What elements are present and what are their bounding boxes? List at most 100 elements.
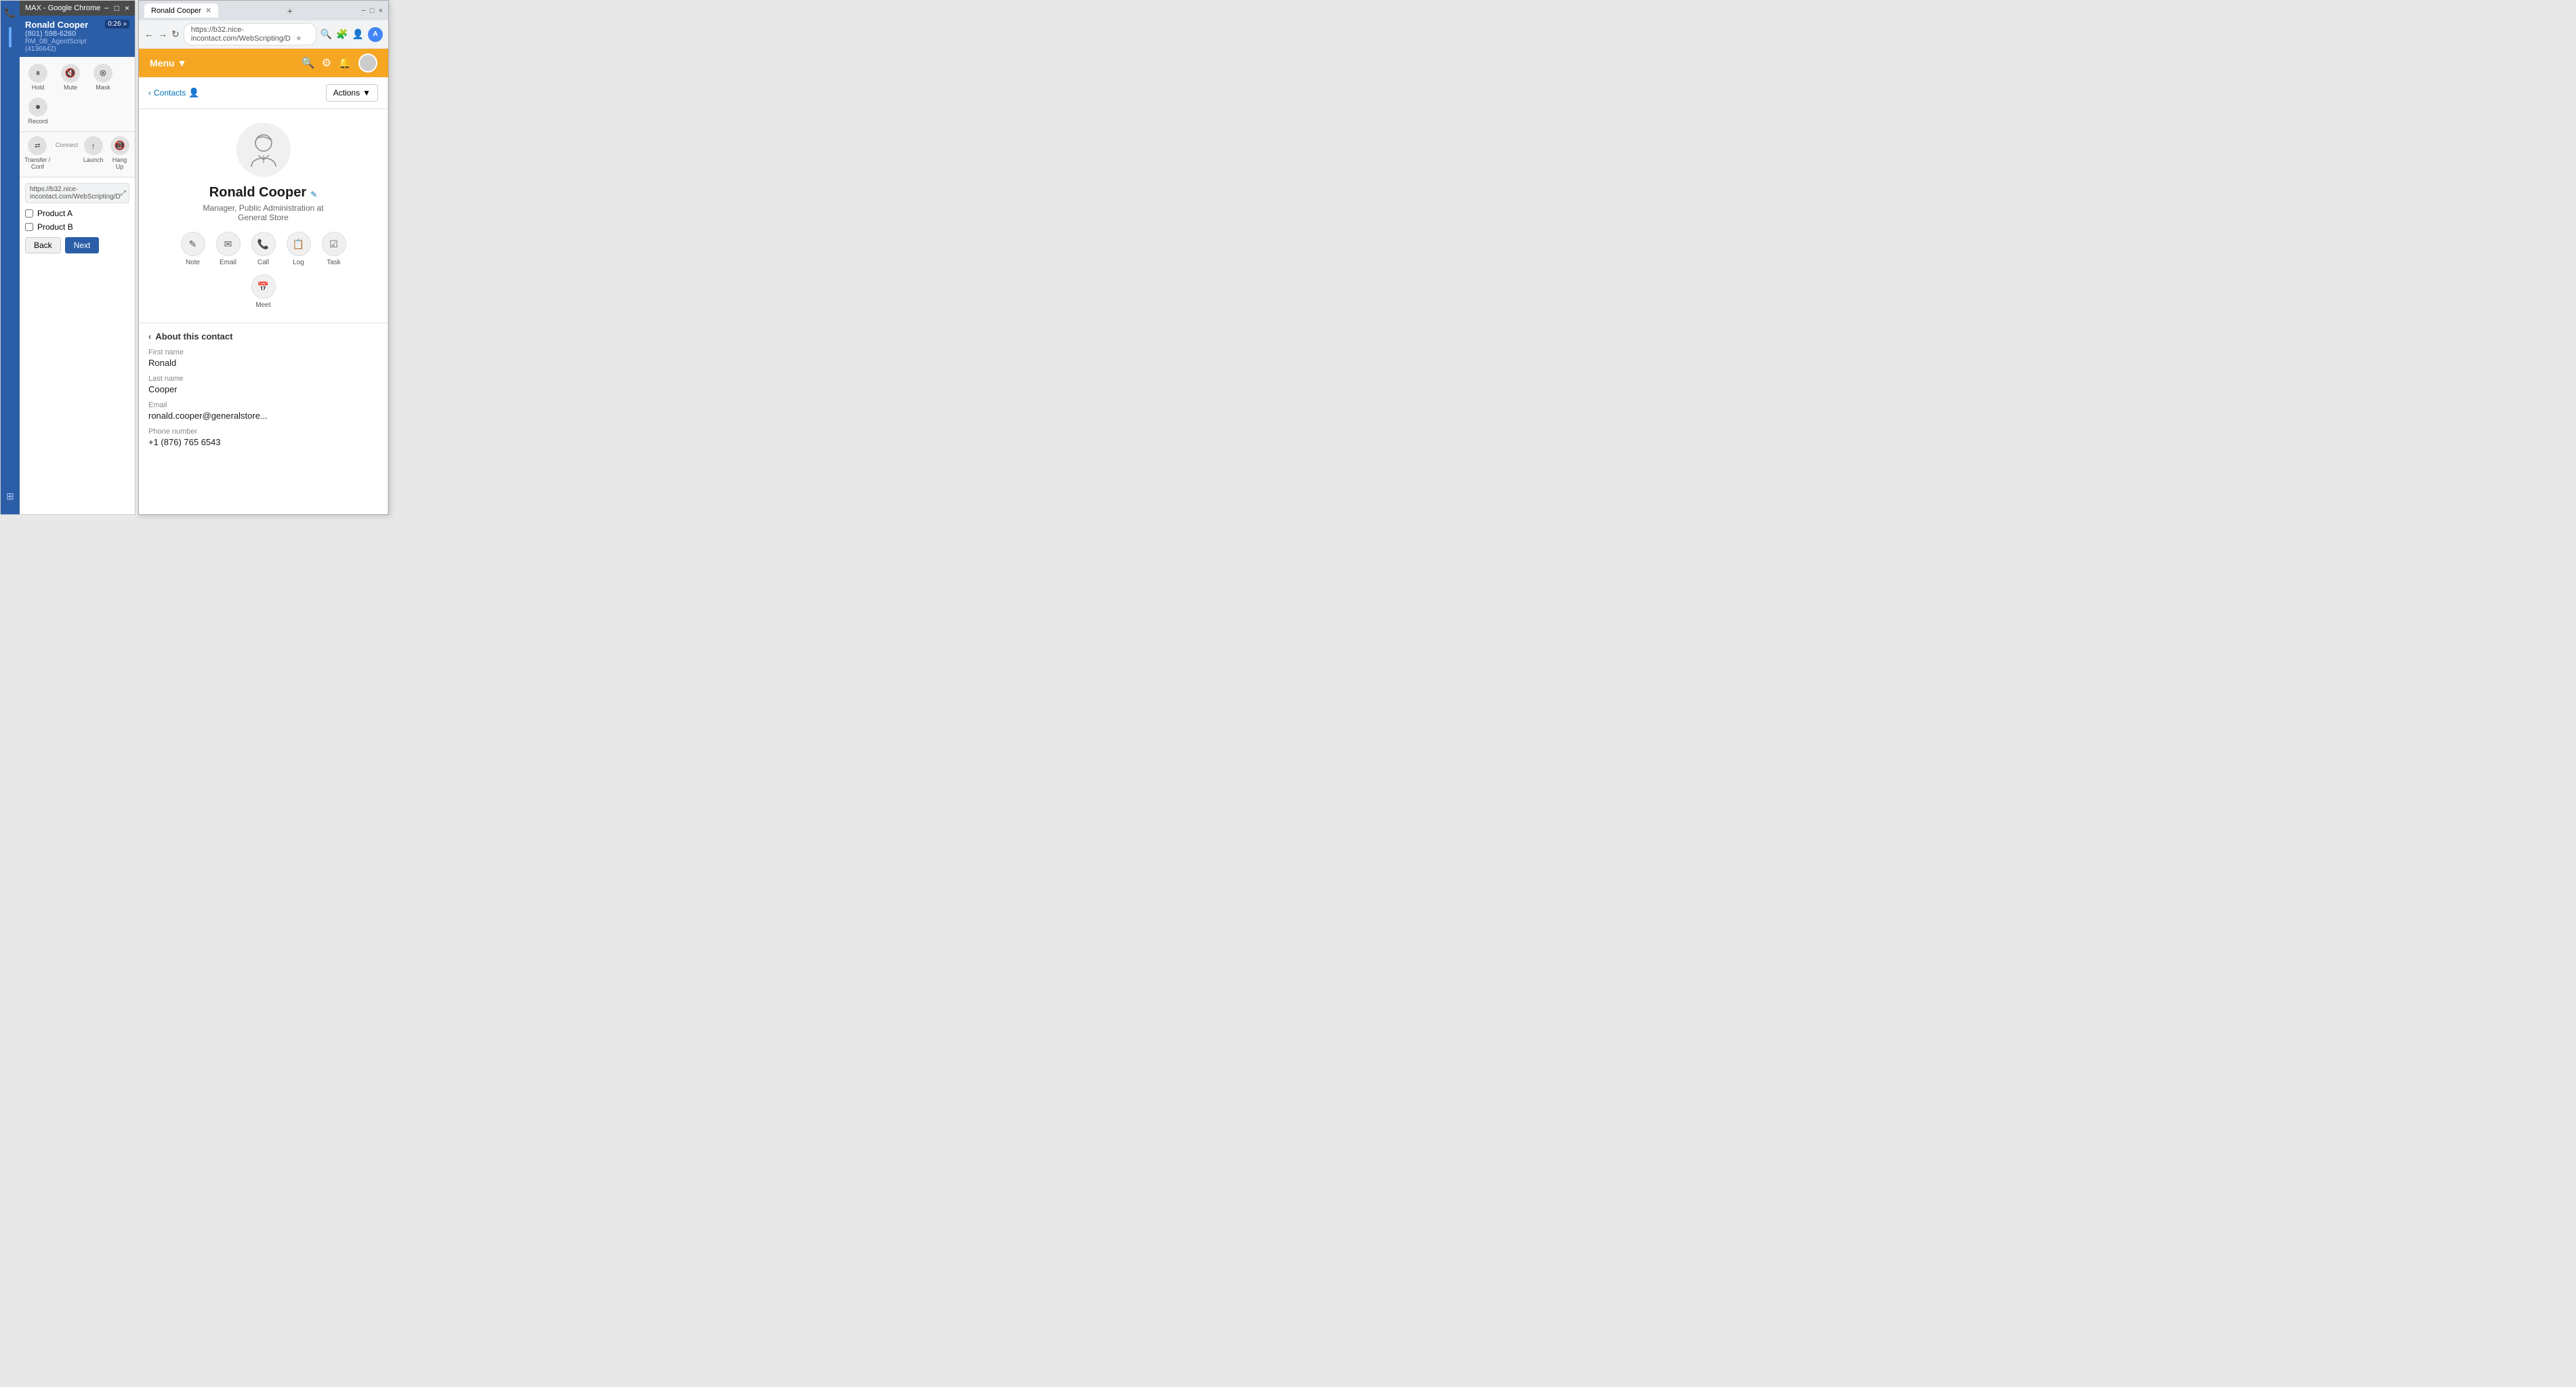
menu-button[interactable]: Menu ▼: [150, 58, 186, 68]
call-action[interactable]: 📞 Call: [251, 232, 276, 266]
transfer-conf-button[interactable]: ⇄ Transfer / Conf: [22, 133, 53, 173]
chrome-profile-icon[interactable]: 👤: [352, 28, 364, 40]
note-action[interactable]: ✎ Note: [181, 232, 205, 266]
edit-name-icon[interactable]: ✎: [310, 190, 317, 199]
contact-name-row: Ronald Cooper ✎: [209, 185, 317, 203]
record-button[interactable]: ⏺ Record: [22, 95, 54, 127]
max-titlebar: MAX - Google Chrome − □ ×: [20, 1, 135, 16]
script-url: https://b32.nice-incontact.com/WebScript…: [30, 186, 121, 201]
email-label: Email: [220, 259, 236, 266]
product-b-checkbox[interactable]: [25, 223, 33, 231]
chrome-close[interactable]: ×: [379, 7, 383, 15]
phone-label: Phone number: [148, 428, 378, 436]
max-main-content: MAX - Google Chrome − □ × Ronald Cooper …: [20, 1, 135, 514]
hangup-label: Hang Up: [108, 157, 131, 170]
contacts-back-link[interactable]: ‹ Contacts 👤: [148, 87, 200, 98]
meet-row: 📅 Meet: [251, 274, 276, 309]
contact-info: Ronald Cooper (801) 598-6260 RM_0B_Agent…: [25, 20, 105, 53]
active-indicator: [9, 27, 12, 47]
connect-button[interactable]: Connect: [54, 133, 80, 173]
back-nav-button[interactable]: ←: [144, 28, 154, 40]
task-action[interactable]: ☑ Task: [322, 232, 346, 266]
about-header[interactable]: ‹ About this contact: [148, 331, 378, 341]
task-icon: ☑: [322, 232, 346, 256]
hold-icon: ⏸: [28, 64, 47, 83]
left-sidebar-strip: 📞 ⊞: [1, 1, 20, 514]
chrome-toolbar: ← → ↻ https://b32.nice-incontact.com/Web…: [139, 20, 388, 49]
user-avatar[interactable]: [358, 54, 377, 73]
hangup-icon: 📵: [110, 136, 129, 155]
last-name-field: Last name Cooper: [148, 375, 378, 394]
back-arrow-icon: ‹: [148, 88, 151, 98]
connect-label: Connect: [56, 142, 79, 148]
log-action[interactable]: 📋 Log: [287, 232, 311, 266]
caller-name: Ronald Cooper: [25, 20, 105, 30]
hangup-button[interactable]: 📵 Hang Up: [107, 133, 132, 173]
note-label: Note: [186, 259, 200, 266]
product-b-item: Product B: [25, 222, 129, 232]
chrome-titlebar: Ronald Cooper ✕ + − □ ×: [139, 1, 388, 20]
email-icon: ✉: [216, 232, 241, 256]
call-timer: 0:26 »: [105, 20, 129, 28]
meet-action[interactable]: 📅 Meet: [251, 274, 276, 309]
extensions-icon[interactable]: 🧩: [336, 28, 348, 40]
close-btn[interactable]: ×: [125, 3, 129, 13]
phone-value: +1 (876) 765 6543: [148, 437, 378, 447]
avatar-illustration: [243, 129, 284, 170]
launch-button[interactable]: ↑ Launch: [81, 133, 106, 173]
chrome-tab[interactable]: Ronald Cooper ✕: [144, 3, 218, 18]
settings-icon[interactable]: ⚙: [322, 56, 331, 70]
back-button[interactable]: Back: [25, 237, 61, 253]
minimize-btn[interactable]: −: [104, 3, 109, 13]
hold-label: Hold: [32, 84, 45, 91]
grid-icon[interactable]: ⊞: [6, 491, 14, 502]
next-button[interactable]: Next: [65, 237, 100, 253]
tab-close-icon[interactable]: ✕: [205, 6, 211, 15]
first-name-value: Ronald: [148, 358, 378, 368]
chrome-minimize[interactable]: −: [361, 7, 365, 15]
email-field: Email ronald.cooper@generalstore...: [148, 401, 378, 421]
profile-avatar[interactable]: A: [368, 27, 383, 42]
first-name-label: First name: [148, 348, 378, 356]
caller-phone: (801) 598-6260: [25, 30, 105, 38]
search-lens-icon[interactable]: 🔍: [320, 28, 332, 40]
product-a-label: Product A: [37, 209, 72, 218]
phone-icon[interactable]: 📞: [4, 7, 16, 19]
maximize-btn[interactable]: □: [115, 3, 119, 13]
search-topbar-icon[interactable]: 🔍: [302, 56, 315, 70]
last-name-value: Cooper: [148, 384, 378, 394]
bookmark-icon: ★: [295, 35, 302, 43]
about-section: ‹ About this contact First name Ronald L…: [139, 323, 388, 462]
new-tab-button[interactable]: +: [287, 5, 293, 16]
launch-label: Launch: [83, 157, 104, 163]
product-a-checkbox[interactable]: [25, 209, 33, 218]
phone-field: Phone number +1 (876) 765 6543: [148, 428, 378, 447]
url-text: https://b32.nice-incontact.com/WebScript…: [191, 26, 291, 43]
mask-button[interactable]: ⊗ Mask: [87, 61, 119, 94]
chrome-restore[interactable]: □: [370, 7, 375, 15]
forward-nav-button[interactable]: →: [158, 28, 167, 40]
launch-icon: ↑: [84, 136, 103, 155]
expand-icon[interactable]: ⤢: [121, 190, 126, 197]
tab-title: Ronald Cooper: [151, 7, 201, 15]
email-label: Email: [148, 401, 378, 409]
menu-label: Menu: [150, 58, 175, 68]
mute-button[interactable]: 🔇 Mute: [55, 61, 86, 94]
url-bar[interactable]: https://b32.nice-incontact.com/WebScript…: [184, 23, 316, 45]
chrome-browser: Ronald Cooper ✕ + − □ × ← → ↻ https://b3…: [138, 0, 389, 515]
contacts-panel: ‹ Contacts 👤 Actions ▼: [139, 77, 388, 514]
transfer-label: Transfer / Conf: [24, 157, 51, 170]
meet-icon: 📅: [251, 274, 276, 299]
email-action[interactable]: ✉ Email: [216, 232, 241, 266]
note-icon: ✎: [181, 232, 205, 256]
refresh-button[interactable]: ↻: [171, 28, 180, 40]
topbar-icons: 🔍 ⚙ 🔔: [302, 54, 377, 73]
call-label: Call: [257, 259, 269, 266]
caller-id: RM_0B_AgentScript (4136642): [25, 38, 105, 53]
actions-label: Actions: [333, 88, 360, 98]
max-crm-panel: 📞 ⊞ MAX - Google Chrome − □ × Ronald Coo…: [0, 0, 136, 515]
notifications-icon[interactable]: 🔔: [338, 56, 352, 70]
last-name-label: Last name: [148, 375, 378, 383]
actions-button[interactable]: Actions ▼: [326, 84, 378, 102]
hold-button[interactable]: ⏸ Hold: [22, 61, 54, 94]
